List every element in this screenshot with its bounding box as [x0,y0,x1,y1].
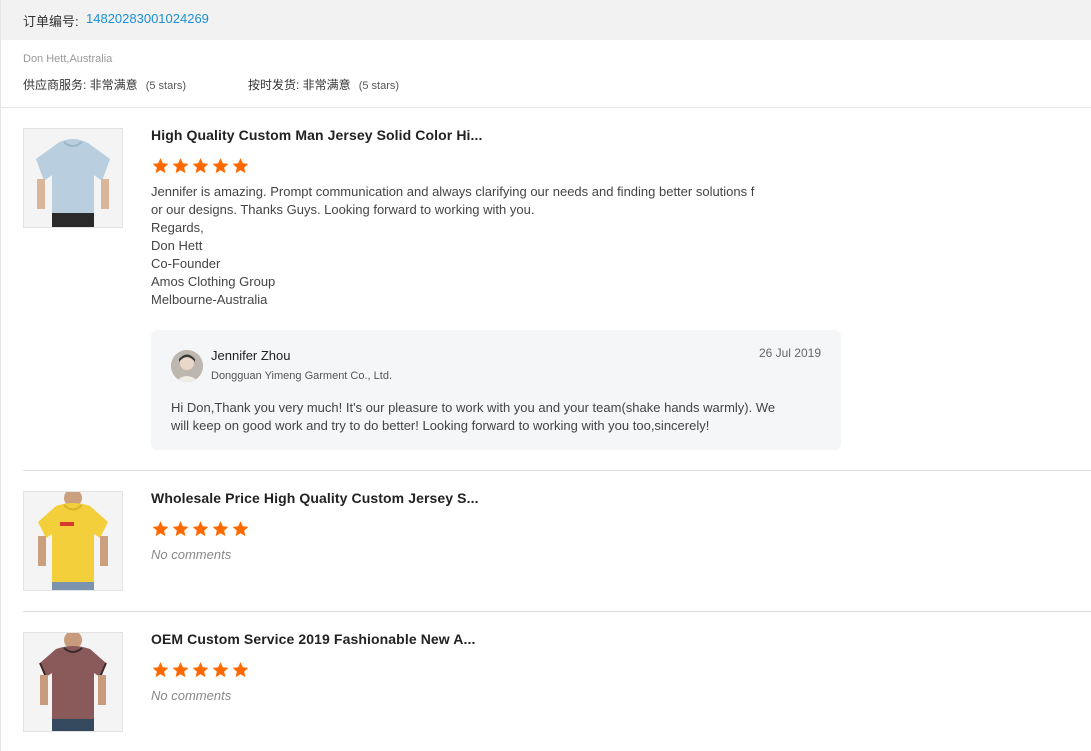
product-title[interactable]: OEM Custom Service 2019 Fashionable New … [151,631,475,647]
yellow-tshirt-icon [24,492,122,590]
star-icon [212,521,229,537]
order-number-link[interactable]: 14820283001024269 [86,11,209,26]
product-title[interactable]: Wholesale Price High Quality Custom Jers… [151,490,479,506]
star-rating [151,520,250,538]
star-icon [212,158,229,174]
star-icon [192,158,209,174]
reply-company-name: Dongguan Yimeng Garment Co., Ltd. [211,370,392,382]
star-icon [212,662,229,678]
star-icon [232,662,249,678]
reply-text: Hi Don,Thank you very much! It's our ple… [171,399,821,435]
star-rating [151,661,250,679]
comment-line: Jennifer is amazing. Prompt communicatio… [151,184,755,199]
reply-line: Hi Don,Thank you very much! It's our ple… [171,400,776,415]
comment-line: or our designs. Thanks Guys. Looking for… [151,202,535,217]
buyer-name: Don Hett,Australia [23,53,113,65]
comment-line: Melbourne-Australia [151,292,268,307]
order-header: 订单编号: 14820283001024269 [1,0,1091,40]
reply-line: will keep on good work and try to do bet… [171,418,710,433]
no-comments-text: No comments [151,547,232,562]
star-icon [232,158,249,174]
product-title[interactable]: High Quality Custom Man Jersey Solid Col… [151,127,483,143]
product-thumbnail[interactable] [23,128,123,228]
star-icon [232,521,249,537]
review-comment: Jennifer is amazing. Prompt communicatio… [151,183,811,309]
star-icon [152,158,169,174]
star-icon [172,521,189,537]
rating-stars-text: (5 stars) [145,80,187,92]
product-thumbnail[interactable] [23,632,123,732]
divider [1,107,1091,108]
reply-date: 26 Jul 2019 [758,346,821,360]
divider [23,470,1091,471]
product-thumbnail[interactable] [23,491,123,591]
supplier-reply: Jennifer Zhou Dongguan Yimeng Garment Co… [151,330,841,450]
divider [23,611,1091,612]
star-icon [172,158,189,174]
star-icon [192,521,209,537]
avatar [171,350,203,382]
order-number-label: 订单编号: [23,14,79,29]
comment-line: Amos Clothing Group [151,274,276,289]
star-icon [152,521,169,537]
comment-line: Co-Founder [151,256,221,271]
rating-value: 非常满意 [302,78,351,92]
comment-line: Regards, [151,220,204,235]
supplier-service-rating: 供应商服务: 非常满意 (5 stars) [23,76,186,93]
light-blue-tshirt-icon [24,129,122,227]
star-rating [151,157,250,175]
comment-line: Don Hett [151,238,203,253]
rating-label: 按时发货: [248,78,303,92]
rating-stars-text: (5 stars) [358,80,400,92]
supplier-avatar-icon [171,350,203,382]
star-icon [152,662,169,678]
review-page: 订单编号: 14820283001024269 Don Hett,Austral… [0,0,1091,751]
star-icon [192,662,209,678]
on-time-delivery-rating: 按时发货: 非常满意 (5 stars) [248,76,399,93]
rating-label: 供应商服务: [23,78,90,92]
no-comments-text: No comments [151,688,232,703]
maroon-ringer-tshirt-icon [24,633,122,731]
rating-value: 非常满意 [89,78,138,92]
reply-author-name: Jennifer Zhou [211,348,291,363]
star-icon [172,662,189,678]
